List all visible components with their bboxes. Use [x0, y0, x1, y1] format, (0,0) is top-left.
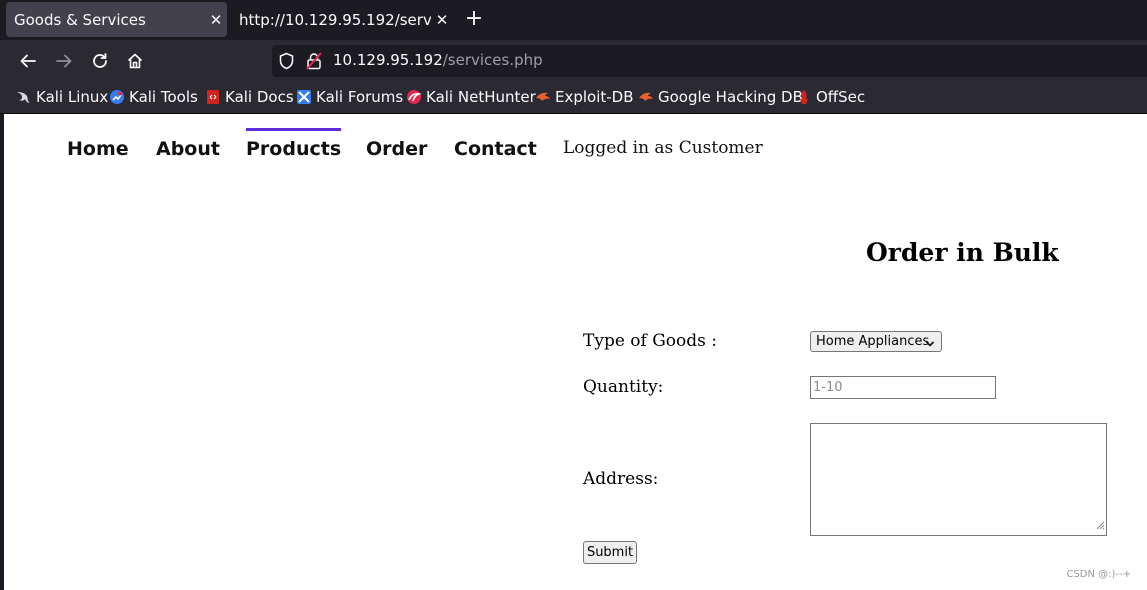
- menu-home[interactable]: Home: [67, 138, 129, 160]
- goods-selected-value: Home Appliances: [816, 334, 930, 349]
- bookmark-label: Kali Docs: [225, 88, 294, 106]
- tab-title: http://10.129.95.192/services: [239, 10, 431, 29]
- navigation-bar: 10.129.95.192/services.php: [0, 40, 1147, 82]
- exploit-db-icon: [535, 89, 551, 105]
- address-label: Address:: [583, 469, 659, 489]
- new-tab-button[interactable]: +: [460, 6, 488, 34]
- bookmark-kali-tools[interactable]: Kali Tools: [109, 87, 198, 107]
- address-textarea[interactable]: [810, 423, 1107, 536]
- quantity-placeholder: 1-10: [813, 380, 843, 395]
- bookmark-kali-nethunter[interactable]: Kali NetHunter: [406, 87, 536, 107]
- bookmark-kali-docs[interactable]: Kali Docs: [205, 87, 294, 107]
- goods-select[interactable]: Home Appliances: [810, 331, 942, 352]
- bookmark-kali-linux[interactable]: Kali Linux: [16, 87, 108, 107]
- kali-dragon-icon: [16, 89, 32, 105]
- goods-label: Type of Goods :: [583, 331, 718, 351]
- nethunter-icon: [406, 89, 422, 105]
- tab-bar: Goods & Services ✕ http://10.129.95.192/…: [0, 0, 1147, 40]
- bookmark-label: Google Hacking DB: [658, 88, 803, 106]
- kali-docs-icon: [205, 89, 221, 105]
- address-bar[interactable]: 10.129.95.192/services.php: [272, 45, 1147, 77]
- bookmark-label: Kali Tools: [129, 88, 198, 106]
- tab-services-url[interactable]: http://10.129.95.192/services ✕: [231, 2, 453, 37]
- watermark: CSDN @:)--+: [1066, 569, 1131, 580]
- menu-contact[interactable]: Contact: [454, 138, 537, 160]
- shield-icon[interactable]: [278, 52, 295, 74]
- chevron-down-icon: [925, 336, 935, 355]
- menu-about[interactable]: About: [156, 138, 220, 160]
- close-icon[interactable]: ✕: [431, 11, 453, 29]
- forward-icon[interactable]: [51, 48, 77, 74]
- close-icon[interactable]: ✕: [205, 11, 227, 29]
- resize-grip-icon[interactable]: [1095, 515, 1105, 534]
- home-icon[interactable]: [122, 48, 148, 74]
- menu-order[interactable]: Order: [366, 138, 427, 160]
- bookmark-label: Exploit-DB: [555, 88, 634, 106]
- page-content: Home About Products Order Contact Logged…: [0, 114, 1147, 590]
- ghdb-icon: [638, 89, 654, 105]
- bookmarks-toolbar: Kali Linux Kali Tools Kali Docs Kali For…: [0, 82, 1147, 114]
- bookmark-label: Kali Forums: [316, 88, 404, 106]
- login-status: Logged in as Customer: [563, 138, 763, 158]
- bookmark-offsec[interactable]: OffSec: [796, 87, 865, 107]
- bookmark-exploit-db[interactable]: Exploit-DB: [535, 87, 634, 107]
- url-host: 10.129.95.192: [333, 51, 443, 69]
- back-icon[interactable]: [15, 48, 41, 74]
- tab-goods-services[interactable]: Goods & Services ✕: [6, 2, 227, 37]
- bookmark-label: Kali Linux: [36, 88, 109, 106]
- bookmark-kali-forums[interactable]: Kali Forums: [296, 87, 403, 107]
- kali-tools-icon: [109, 89, 125, 105]
- form-title: Order in Bulk: [866, 238, 1059, 267]
- kali-forums-icon: [296, 89, 312, 105]
- menu-products[interactable]: Products: [246, 128, 342, 160]
- offsec-icon: [796, 89, 812, 105]
- quantity-input[interactable]: 1-10: [810, 376, 996, 399]
- bookmark-label: OffSec: [816, 88, 866, 106]
- reload-icon[interactable]: [87, 48, 113, 74]
- url-path: /services.php: [442, 51, 543, 69]
- insecure-lock-icon[interactable]: [306, 52, 322, 74]
- bookmark-google-hacking-db[interactable]: Google Hacking DB: [638, 87, 803, 107]
- bookmark-label: Kali NetHunter: [426, 88, 536, 106]
- tab-title: Goods & Services: [14, 10, 146, 29]
- url-text: 10.129.95.192/services.php: [333, 51, 543, 69]
- quantity-label: Quantity:: [583, 377, 664, 397]
- submit-button[interactable]: Submit: [583, 541, 637, 564]
